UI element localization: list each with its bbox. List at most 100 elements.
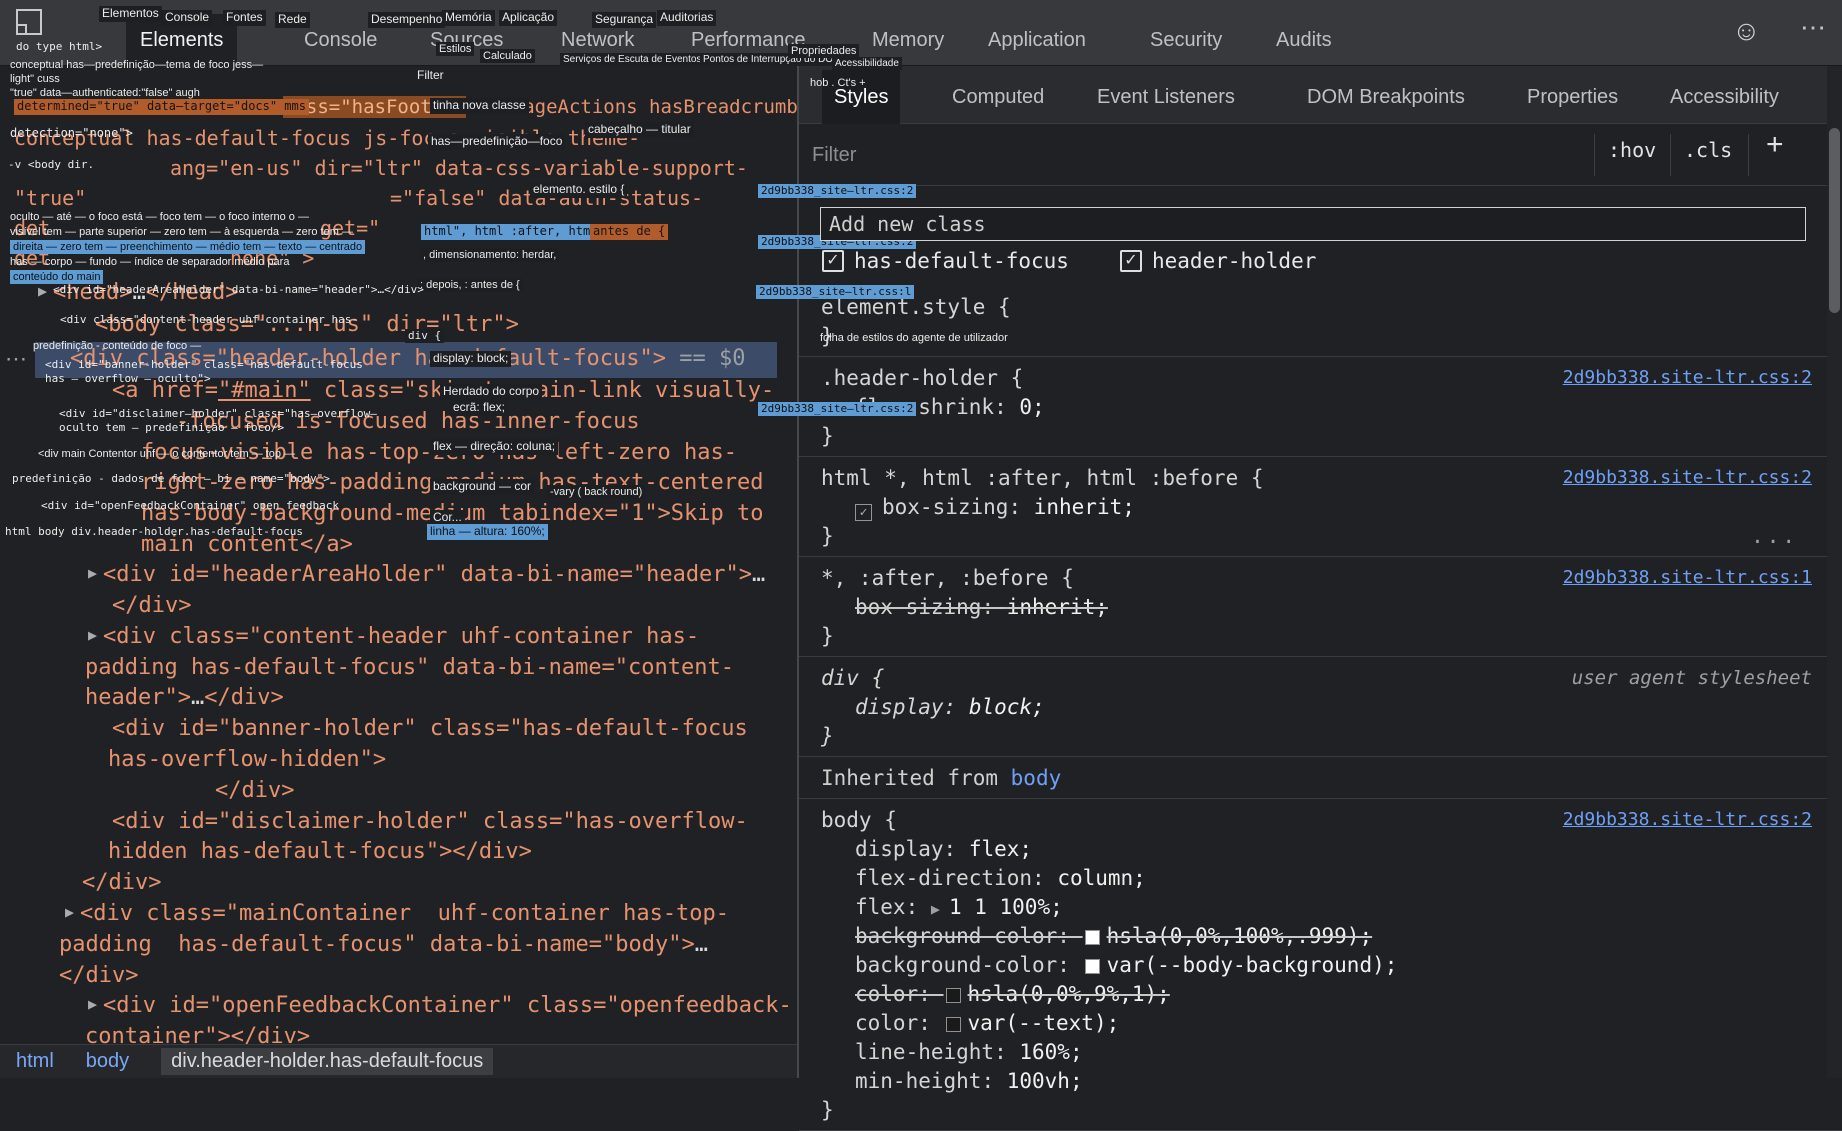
dom-tree-node[interactable]: </div> [215, 778, 294, 803]
dom-tree-node[interactable]: ang="en-us" dir="ltr" data-css-variable-… [170, 156, 748, 180]
translation-overlay: Desempenho [368, 12, 445, 28]
translation-overlay: , dimensionamento: herdar, [420, 248, 559, 262]
check-icon: ✓ [826, 252, 839, 269]
translation-overlay: has — overflow — oculto"> [45, 372, 211, 386]
dom-tree-node[interactable]: ▶<div class="content-header uhf-containe… [88, 624, 699, 649]
more-options-icon[interactable]: ⋯ [1800, 12, 1826, 43]
translation-overlay: Serviços de Escuta de Eventos [560, 53, 704, 66]
css-property[interactable]: color: var(--text); [799, 1009, 1842, 1038]
styles-tab-properties[interactable]: Properties [1515, 70, 1630, 124]
class-checkbox-header-holder[interactable]: ✓ [1120, 250, 1142, 272]
translation-overlay: -v <body dir. [8, 158, 94, 172]
translation-overlay: Memória [442, 10, 495, 26]
style-filter-input[interactable] [812, 134, 1572, 176]
tab-audits[interactable]: Audits [1262, 14, 1346, 66]
dom-tree-node[interactable]: </div> [112, 593, 191, 618]
css-property[interactable]: ✓box-sizing: inherit; [799, 493, 1842, 522]
translation-overlay: : depois, : antes de { [417, 278, 523, 292]
styles-tab-event-listeners[interactable]: Event Listeners [1085, 70, 1247, 124]
css-property[interactable]: background-color: var(--body-background)… [799, 951, 1842, 980]
translation-overlay: 2d9bb338_site—ltr.css:2 [758, 402, 916, 416]
rule-close-brace: } [799, 422, 1842, 450]
css-rule: html *, html :after, html :before {2d9bb… [799, 457, 1842, 557]
css-property[interactable]: min-height: 100vh; [799, 1067, 1842, 1096]
scrollbar-thumb[interactable] [1829, 128, 1840, 313]
css-property[interactable]: flex: ▶ 1 1 100%; [799, 893, 1842, 922]
css-property[interactable]: box-sizing: inherit; [799, 593, 1842, 622]
translation-overlay: conceptual has—predefinição—tema de foco… [10, 58, 263, 72]
toggle-element-state-button[interactable]: :hov [1608, 138, 1656, 162]
translation-overlay: determined="true" data—target="docs" mms [14, 99, 309, 115]
element-classes-button[interactable]: .cls [1684, 138, 1732, 162]
stylesheet-link[interactable]: 2d9bb338.site-ltr.css:1 [1563, 567, 1812, 588]
color-swatch[interactable] [1085, 930, 1100, 945]
css-property[interactable]: flex-shrink: 0; [799, 393, 1842, 422]
breadcrumb-item-html[interactable]: html [16, 1050, 54, 1073]
color-swatch[interactable] [946, 988, 961, 1003]
dom-tree-node[interactable]: hidden has-default-focus"></div> [108, 839, 532, 864]
dom-tree-node[interactable]: padding has-default-focus" data-bi-name=… [59, 932, 708, 957]
dom-tree-node[interactable]: header">…</div> [85, 685, 284, 710]
translation-overlay: linha — altura: 160%; [427, 524, 548, 540]
rule-close-brace: } [799, 722, 1842, 750]
translation-overlay: cabeçalho — titular [585, 122, 694, 138]
overflow-ellipsis: ... [1751, 522, 1798, 550]
toolbar-separator [1748, 134, 1749, 176]
translation-overlay: <div main Contentor uhf — o contentor te… [38, 447, 295, 461]
translation-overlay: Filter [417, 68, 444, 84]
stylesheet-link[interactable]: 2d9bb338.site-ltr.css:2 [1563, 467, 1812, 488]
styles-tab-accessibility[interactable]: Accessibility [1658, 70, 1791, 124]
translation-overlay: Aplicação [499, 10, 557, 26]
dom-tree-node[interactable]: ▶<div class="mainContainer uhf-container… [65, 901, 729, 926]
add-new-class-input[interactable] [820, 207, 1806, 241]
dom-tree-node[interactable]: padding has-default-focus" data-bi-name=… [85, 655, 734, 680]
tab-application[interactable]: Application [974, 14, 1100, 66]
dom-tree-node[interactable]: </div> [82, 870, 161, 895]
css-selector[interactable]: element.style { [799, 292, 1842, 322]
translation-overlay: display: block; [430, 351, 511, 367]
rule-close-brace: } [799, 1096, 1842, 1124]
css-rule: element.style {} [799, 286, 1842, 357]
dom-tree-node[interactable]: ▶<div id="openFeedbackContainer" class="… [88, 993, 792, 1018]
feedback-smiley-icon[interactable]: ☺ [1732, 15, 1761, 47]
css-property[interactable]: flex-direction: column; [799, 864, 1842, 893]
dom-tree-node[interactable]: ▶<div id="headerAreaHolder" data-bi-name… [88, 562, 765, 587]
dom-tree-node[interactable]: </div> [59, 963, 138, 988]
style-rules-list: element.style {}.header-holder {2d9bb338… [799, 286, 1842, 1131]
breadcrumb-item-body[interactable]: body [86, 1050, 129, 1073]
stylesheet-link[interactable]: 2d9bb338.site-ltr.css:2 [1563, 367, 1812, 388]
translation-overlay: elemento. estilo { [530, 182, 627, 198]
dom-tree-node[interactable]: lass="hasFooter" hasPageActions hasBread… [283, 96, 798, 118]
breadcrumb: html body div.header-holder.has-default-… [0, 1044, 797, 1078]
class-checkbox-has-default-focus[interactable]: ✓ [822, 250, 844, 272]
color-swatch[interactable] [946, 1017, 961, 1032]
translation-overlay: <div id="headerAreaHolder" data-bi-name=… [53, 283, 424, 297]
dom-tree-node[interactable]: <div id="disclaimer-holder" class="has-o… [112, 809, 748, 834]
css-rule: .header-holder {2d9bb338.site-ltr.css:2f… [799, 357, 1842, 457]
translation-overlay: <div id="openFeedbackContainer" open fee… [41, 499, 339, 513]
styles-tab-dom-breakpoints[interactable]: DOM Breakpoints [1295, 70, 1477, 124]
styles-tab-computed[interactable]: Computed [940, 70, 1056, 124]
tab-security[interactable]: Security [1136, 14, 1236, 66]
translation-overlay: Acessibilidade [832, 57, 902, 70]
dom-tree-node[interactable]: <div id="banner-holder" class="has-defau… [112, 716, 748, 741]
color-swatch[interactable] [1085, 959, 1100, 974]
node-more-actions-icon[interactable]: ⋯ [5, 346, 27, 372]
translation-overlay: -vary ( back round) [547, 485, 645, 499]
translation-overlay: <div class="content-header uhf-container… [60, 313, 358, 327]
dom-tree-node[interactable]: has-overflow-hidden"> [108, 747, 386, 772]
device-toolbar-icon[interactable] [16, 9, 42, 35]
css-property[interactable]: background-color: hsla(0,0%,100%,.999); [799, 922, 1842, 951]
dom-tree-node[interactable]: "true" [14, 186, 86, 210]
stylesheet-link[interactable]: 2d9bb338.site-ltr.css:2 [1563, 809, 1812, 830]
css-property[interactable]: display: block; [799, 693, 1842, 722]
breadcrumb-item-current[interactable]: div.header-holder.has-default-focus [161, 1048, 493, 1075]
css-property[interactable]: line-height: 160%; [799, 1038, 1842, 1067]
css-property[interactable]: display: flex; [799, 835, 1842, 864]
css-rule: div {user agent stylesheetdisplay: block… [799, 657, 1842, 757]
translation-overlay: Calculado [480, 49, 535, 63]
rule-close-brace: } [799, 622, 1842, 650]
new-style-rule-button[interactable]: + [1766, 128, 1784, 162]
translation-overlay: background — cor [430, 479, 534, 495]
css-property[interactable]: color: hsla(0,0%,9%,1); [799, 980, 1842, 1009]
